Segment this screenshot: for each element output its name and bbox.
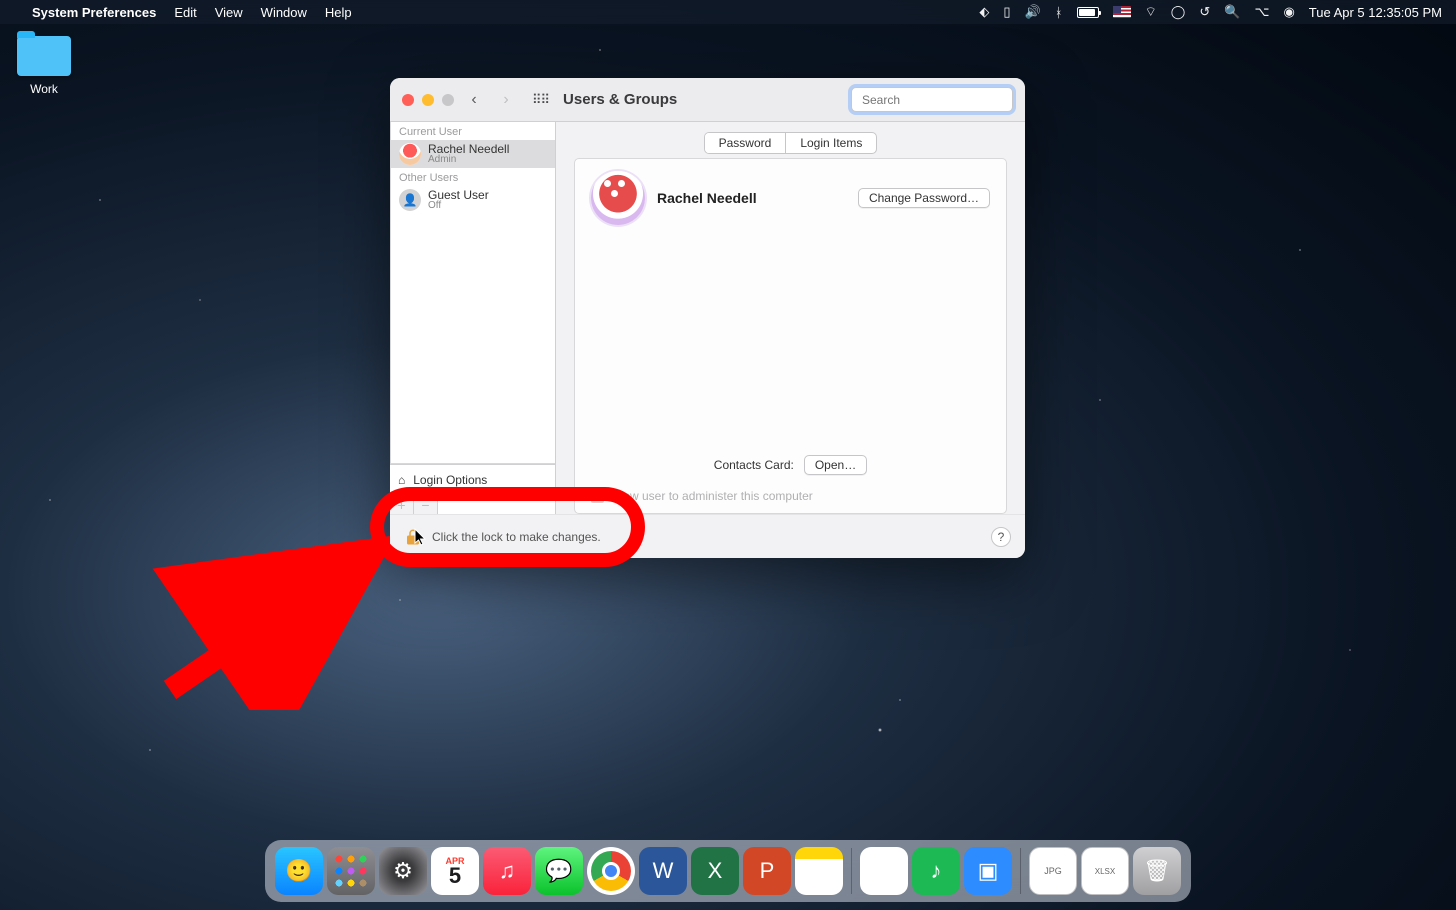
card-icon[interactable]: ▯ [1003, 4, 1010, 20]
tab-password[interactable]: Password [705, 133, 787, 153]
lock-bar: Click the lock to make changes. ? [390, 514, 1025, 558]
window-title: Users & Groups [563, 91, 677, 108]
dock-zoom[interactable]: ▣ [964, 847, 1012, 895]
avatar-icon: 👤 [399, 189, 421, 211]
dock-system-preferences[interactable]: ⚙ [379, 847, 427, 895]
dock-file-xlsx[interactable]: XLSX [1081, 847, 1129, 895]
back-button[interactable]: ‹ [462, 88, 486, 112]
search-input[interactable] [862, 93, 1017, 107]
contacts-card-label: Contacts Card: [714, 458, 794, 472]
login-options[interactable]: ⌂ Login Options [390, 464, 555, 494]
login-options-label: Login Options [413, 473, 487, 487]
dock-spotify[interactable]: ♪ [912, 847, 960, 895]
home-icon: ⌂ [398, 473, 405, 487]
window-titlebar: ‹ › ⠿⠿ Users & Groups [390, 78, 1025, 122]
forward-button: › [494, 88, 518, 112]
tab-group: Password Login Items [704, 132, 878, 154]
allow-admin-label: Allow user to administer this computer [610, 489, 813, 503]
dock-file-jpg[interactable]: JPG [1029, 847, 1077, 895]
other-users-header: Other Users [391, 168, 555, 186]
avatar-icon [399, 143, 421, 165]
dock-notes[interactable] [795, 847, 843, 895]
timemachine-icon[interactable]: ↺ [1199, 4, 1210, 20]
menu-help[interactable]: Help [325, 5, 352, 20]
dock-separator [851, 848, 852, 894]
battery-icon[interactable] [1077, 7, 1099, 18]
user-role: Off [428, 201, 489, 211]
folder-label: Work [14, 82, 74, 96]
current-user-item[interactable]: Rachel Needell Admin [391, 140, 555, 168]
dock: 🙂 ⚙ APR5 ♫ 💬 W X P ❉ ♪ ▣ JPG XLSX 🗑 [265, 840, 1191, 902]
users-groups-window: ‹ › ⠿⠿ Users & Groups Current User Rache… [390, 78, 1025, 558]
menu-view[interactable]: View [215, 5, 243, 20]
show-all-button[interactable]: ⠿⠿ [532, 92, 549, 108]
guest-user-item[interactable]: 👤 Guest User Off [391, 186, 555, 214]
allow-admin-checkbox [591, 490, 604, 503]
dock-launchpad[interactable] [327, 847, 375, 895]
dock-powerpoint[interactable]: P [743, 847, 791, 895]
lock-text: Click the lock to make changes. [432, 530, 601, 544]
menu-edit[interactable]: Edit [174, 5, 196, 20]
dock-music[interactable]: ♫ [483, 847, 531, 895]
close-button[interactable] [402, 94, 414, 106]
current-user-header: Current User [391, 122, 555, 140]
app-menu[interactable]: System Preferences [32, 5, 156, 20]
dock-trash[interactable]: 🗑 [1133, 847, 1181, 895]
bluetooth-icon[interactable]: ᚼ [1055, 5, 1063, 20]
spotlight-icon[interactable]: 🔍 [1224, 4, 1240, 20]
open-contacts-button[interactable]: Open… [804, 455, 867, 475]
add-user-button: + [390, 495, 414, 514]
menu-window[interactable]: Window [261, 5, 307, 20]
user-avatar[interactable] [591, 171, 645, 225]
user-role: Admin [428, 155, 509, 165]
annotation-arrow [130, 530, 390, 710]
dock-calendar[interactable]: APR5 [431, 847, 479, 895]
dock-chrome[interactable] [587, 847, 635, 895]
folder-icon [17, 36, 71, 76]
lock-icon[interactable] [404, 528, 422, 546]
remove-user-button: − [414, 495, 438, 514]
help-button[interactable]: ? [991, 527, 1011, 547]
dock-excel[interactable]: X [691, 847, 739, 895]
tab-login-items[interactable]: Login Items [786, 133, 876, 153]
wifi-icon[interactable]: ⌔ [1145, 4, 1157, 20]
change-password-button[interactable]: Change Password… [858, 188, 990, 208]
dock-separator [1020, 848, 1021, 894]
siri-icon[interactable]: ◉ [1283, 4, 1294, 20]
menubar-datetime[interactable]: Tue Apr 5 12:35:05 PM [1309, 5, 1442, 20]
menu-bar: System Preferences Edit View Window Help… [0, 0, 1456, 24]
dropbox-icon[interactable]: ⬖ [979, 4, 989, 20]
desktop-folder-work[interactable]: Work [14, 36, 74, 96]
volume-icon[interactable]: 🔊 [1025, 4, 1041, 20]
zoom-button[interactable] [442, 94, 454, 106]
control-center-icon[interactable]: ⌥ [1254, 4, 1269, 20]
users-sidebar: Current User Rachel Needell Admin Other … [390, 122, 556, 514]
minimize-button[interactable] [422, 94, 434, 106]
dock-messages[interactable]: 💬 [535, 847, 583, 895]
main-panel: Password Login Items Rachel Needell Chan… [556, 122, 1025, 514]
dock-slack[interactable]: ❉ [860, 847, 908, 895]
dock-finder[interactable]: 🙂 [275, 847, 323, 895]
profile-name: Rachel Needell [657, 190, 757, 206]
input-source-icon[interactable] [1113, 6, 1131, 18]
cal-day: 5 [449, 866, 461, 886]
dock-word[interactable]: W [639, 847, 687, 895]
search-field[interactable] [851, 87, 1013, 112]
user-icon[interactable]: ◯ [1171, 4, 1186, 20]
